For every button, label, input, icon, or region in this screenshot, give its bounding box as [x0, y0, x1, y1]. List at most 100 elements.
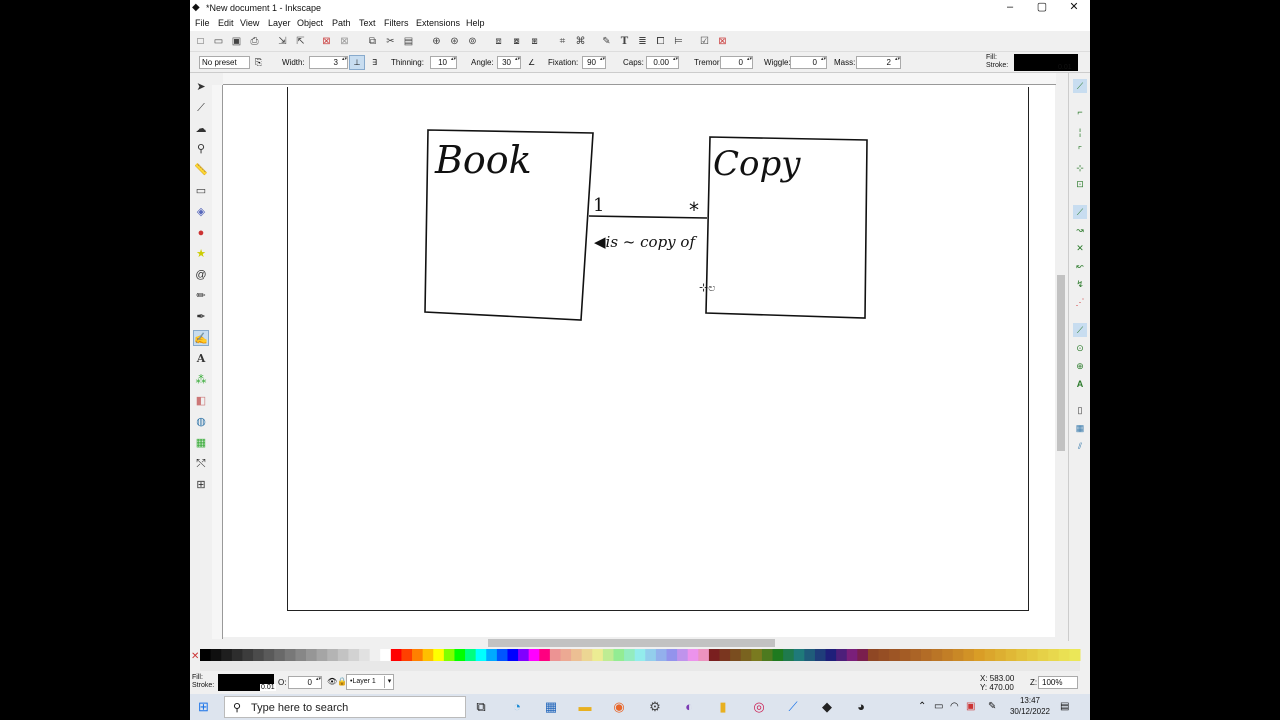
- palette-swatch[interactable]: [549, 649, 561, 661]
- horizontal-scrollbar[interactable]: [223, 637, 1055, 649]
- palette-swatch[interactable]: [1048, 649, 1060, 661]
- palette-swatch[interactable]: [210, 649, 222, 661]
- wifi-icon[interactable]: ◠: [950, 699, 959, 715]
- palette-swatch[interactable]: [1026, 649, 1039, 661]
- undo-icon[interactable]: ⊠: [320, 35, 333, 48]
- palette-swatch[interactable]: [793, 649, 805, 661]
- palette-swatch[interactable]: [857, 649, 869, 661]
- palette-swatch[interactable]: [899, 649, 911, 661]
- wiggle-input[interactable]: 0: [790, 56, 827, 69]
- palette-swatch[interactable]: [666, 649, 678, 661]
- menu-text[interactable]: Text: [359, 18, 376, 28]
- app-tray-icon[interactable]: ▣: [966, 699, 975, 715]
- palette-swatch[interactable]: [772, 649, 784, 661]
- angle-input[interactable]: 30: [497, 56, 521, 69]
- inkscape-taskbar-icon[interactable]: ◆: [818, 698, 836, 716]
- snap-text-baseline-icon[interactable]: A: [1073, 377, 1087, 391]
- menu-extensions[interactable]: Extensions: [416, 18, 460, 28]
- snap-grid-icon[interactable]: ▦: [1073, 421, 1087, 435]
- palette-swatch[interactable]: [231, 649, 243, 661]
- snap-others-icon[interactable]: ⟋: [1073, 323, 1087, 337]
- menu-file[interactable]: File: [195, 18, 210, 28]
- palette-swatch[interactable]: [624, 649, 636, 661]
- palette-swatch[interactable]: [634, 649, 646, 661]
- ellipse-tool-icon[interactable]: ●: [193, 225, 209, 241]
- snap-object-center-icon[interactable]: ⊙: [1073, 341, 1087, 355]
- palette-swatch[interactable]: [920, 649, 933, 661]
- color-palette[interactable]: ✕: [190, 649, 1090, 661]
- palette-swatch[interactable]: [740, 649, 752, 661]
- palette-swatch[interactable]: [984, 649, 996, 661]
- palette-swatch[interactable]: [284, 649, 296, 661]
- new-document-icon[interactable]: □: [194, 35, 207, 48]
- palette-swatch[interactable]: [274, 649, 286, 661]
- opacity-input[interactable]: 0: [288, 676, 322, 689]
- palette-swatch[interactable]: [518, 649, 530, 661]
- palette-swatch[interactable]: [677, 649, 689, 661]
- import-icon[interactable]: ⇲: [276, 35, 289, 48]
- palette-swatch[interactable]: [783, 649, 795, 661]
- palette-swatch[interactable]: [348, 649, 360, 661]
- palette-swatch[interactable]: [401, 649, 413, 661]
- palette-swatch[interactable]: [942, 649, 954, 661]
- menu-object[interactable]: Object: [297, 18, 323, 28]
- palette-swatch[interactable]: [889, 649, 901, 661]
- text-font-icon[interactable]: T: [618, 35, 631, 48]
- palette-swatch[interactable]: [910, 649, 922, 661]
- layer-visibility-icon[interactable]: 👁: [327, 677, 337, 686]
- network-icon[interactable]: ▭: [934, 699, 943, 715]
- zoom-drawing-icon[interactable]: ⊛: [448, 35, 461, 48]
- pen-tray-icon[interactable]: ✎: [988, 699, 996, 715]
- snap-cusp-nodes-icon[interactable]: ↜: [1073, 259, 1087, 273]
- palette-swatch[interactable]: [719, 649, 731, 661]
- clone-icon[interactable]: ⧇: [510, 35, 523, 48]
- duplicate-icon[interactable]: ⧈: [492, 35, 505, 48]
- menu-filters[interactable]: Filters: [384, 18, 409, 28]
- snap-bbox-corner-icon[interactable]: ⌜: [1073, 143, 1087, 157]
- palette-swatch[interactable]: [496, 649, 508, 661]
- palette-swatch[interactable]: [412, 649, 424, 661]
- palette-swatch[interactable]: [751, 649, 763, 661]
- ungroup-icon[interactable]: ⌘: [574, 35, 587, 48]
- palette-swatch[interactable]: [963, 649, 975, 661]
- pressure-toggle-icon[interactable]: ⊥: [349, 55, 365, 70]
- spray-tool-icon[interactable]: ⁂: [193, 372, 209, 388]
- 3d-box-tool-icon[interactable]: ◈: [193, 204, 209, 220]
- palette-swatch[interactable]: [1037, 649, 1049, 661]
- menu-layer[interactable]: Layer: [268, 18, 291, 28]
- palette-swatch[interactable]: [1069, 649, 1081, 661]
- selector-tool-icon[interactable]: ➤: [193, 79, 209, 95]
- palette-swatch[interactable]: [369, 649, 381, 661]
- palette-swatch[interactable]: [592, 649, 604, 661]
- palette-swatch[interactable]: [878, 649, 890, 661]
- preset-dropdown[interactable]: No preset: [199, 56, 250, 69]
- palette-swatch[interactable]: [443, 649, 455, 661]
- maximize-button[interactable]: ▢: [1026, 0, 1058, 16]
- chevron-down-icon[interactable]: ▾: [384, 676, 394, 688]
- xml-editor-icon[interactable]: ⧠: [654, 35, 667, 48]
- app-icon-1[interactable]: ⚙: [646, 698, 664, 716]
- palette-swatch[interactable]: [973, 649, 986, 661]
- palette-swatch[interactable]: [581, 649, 593, 661]
- palette-swatch[interactable]: [380, 649, 392, 661]
- align-distribute-icon[interactable]: ⊨: [672, 35, 685, 48]
- task-view-icon[interactable]: ⧉: [472, 698, 490, 716]
- horizontal-scroll-thumb[interactable]: [488, 639, 775, 647]
- save-icon[interactable]: ▣: [230, 35, 243, 48]
- palette-swatch[interactable]: [836, 649, 848, 661]
- palette-swatch[interactable]: [708, 649, 721, 661]
- palette-swatch[interactable]: [359, 649, 371, 661]
- palette-swatch[interactable]: [337, 649, 349, 661]
- palette-swatch[interactable]: [200, 649, 212, 661]
- calligraphy-tool-icon[interactable]: ✍: [193, 330, 209, 346]
- print-icon[interactable]: ⎙: [248, 35, 261, 48]
- palette-swatch[interactable]: [507, 649, 519, 661]
- vertical-scrollbar[interactable]: [1055, 85, 1067, 637]
- redo-icon[interactable]: ⊠: [338, 35, 351, 48]
- windows-start-icon[interactable]: ⊞: [198, 699, 214, 715]
- menu-edit[interactable]: Edit: [218, 18, 234, 28]
- palette-swatch[interactable]: [814, 649, 827, 661]
- snap-guide-icon[interactable]: ⫽: [1073, 439, 1087, 453]
- export-icon[interactable]: ⇱: [294, 35, 307, 48]
- snap-smooth-nodes-icon[interactable]: ↯: [1073, 277, 1087, 291]
